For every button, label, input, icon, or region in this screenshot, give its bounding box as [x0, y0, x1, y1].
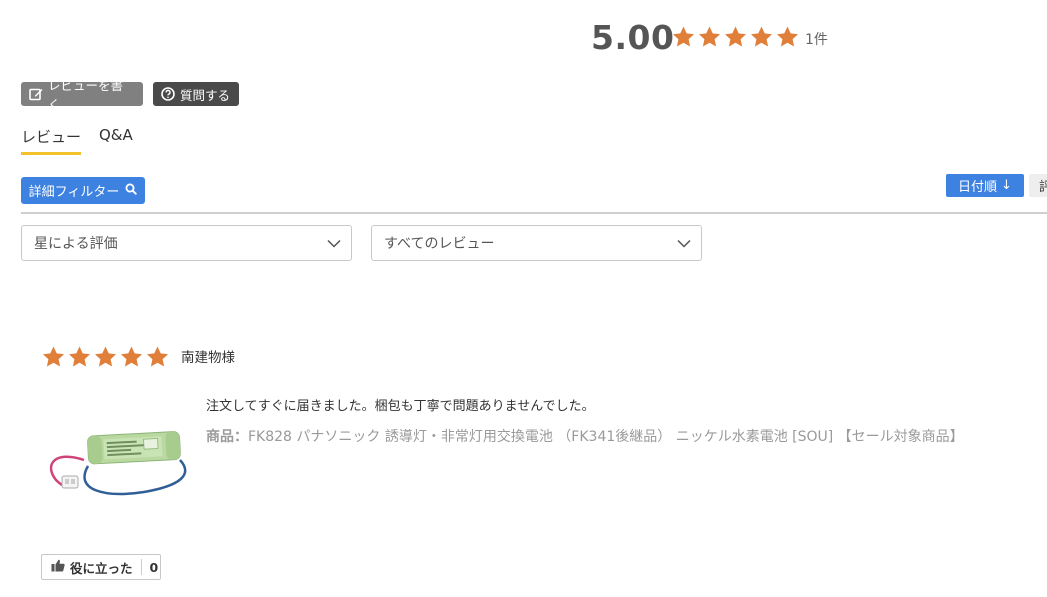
sort-date-label: 日付順 [958, 180, 998, 195]
edit-icon [29, 87, 43, 101]
star-rating-select[interactable]: 星による評価 [21, 225, 352, 261]
star-icon [41, 345, 66, 369]
divider [21, 212, 1047, 214]
review-count: 1件 [805, 32, 828, 48]
star-icon [145, 345, 170, 369]
helpful-count: 0 [149, 559, 159, 575]
detail-filter-label: 詳細フィルター [28, 185, 120, 200]
thumbs-up-icon [51, 559, 65, 575]
product-prefix: 商品： [206, 429, 248, 445]
detail-filter-button[interactable]: 詳細フィルター [21, 177, 145, 204]
star-icon [671, 25, 696, 49]
chevron-down-icon [327, 239, 341, 248]
review-type-select[interactable]: すべてのレビュー [371, 225, 702, 261]
star-icon [723, 25, 748, 49]
average-stars [671, 25, 800, 49]
tab-qa[interactable]: Q&A [99, 126, 133, 144]
review-product[interactable]: 商品：FK828 パナソニック 誘導灯・非常灯用交換電池 （FK341後継品） … [206, 426, 964, 446]
question-circle-icon [161, 87, 175, 101]
write-review-label: レビューを書く [48, 78, 124, 112]
ask-question-button[interactable]: 質問する [153, 82, 239, 106]
ask-question-label: 質問する [180, 87, 231, 103]
average-score: 5.00 [591, 18, 675, 57]
star-rating-select-value: 星による評価 [34, 236, 118, 252]
reviewer-name: 南建物様 [181, 350, 235, 366]
product-image[interactable] [44, 420, 194, 502]
chevron-down-icon [677, 239, 691, 248]
star-icon [67, 345, 92, 369]
search-icon [125, 183, 138, 199]
review-type-select-value: すべてのレビュー [384, 236, 495, 252]
star-icon [697, 25, 722, 49]
star-icon [119, 345, 144, 369]
product-name-link[interactable]: FK828 パナソニック 誘導灯・非常灯用交換電池 （FK341後継品） ニッケ… [248, 429, 964, 445]
tab-review[interactable]: レビュー [21, 126, 82, 155]
write-review-button[interactable]: レビューを書く [21, 78, 143, 112]
star-icon [93, 345, 118, 369]
helpful-button[interactable]: 役に立った 0 [41, 554, 161, 580]
sort-date-button[interactable]: 日付順 ↓ [946, 174, 1024, 197]
sort-rating-button[interactable]: 評 [1029, 174, 1047, 197]
arrow-down-icon: ↓ [1001, 178, 1012, 193]
star-icon [749, 25, 774, 49]
star-icon [775, 25, 800, 49]
helpful-label: 役に立った [70, 560, 133, 576]
review-stars [41, 345, 170, 369]
review-text: 注文してすぐに届きました。梱包も丁寧で問題ありませんでした。 [206, 399, 595, 414]
